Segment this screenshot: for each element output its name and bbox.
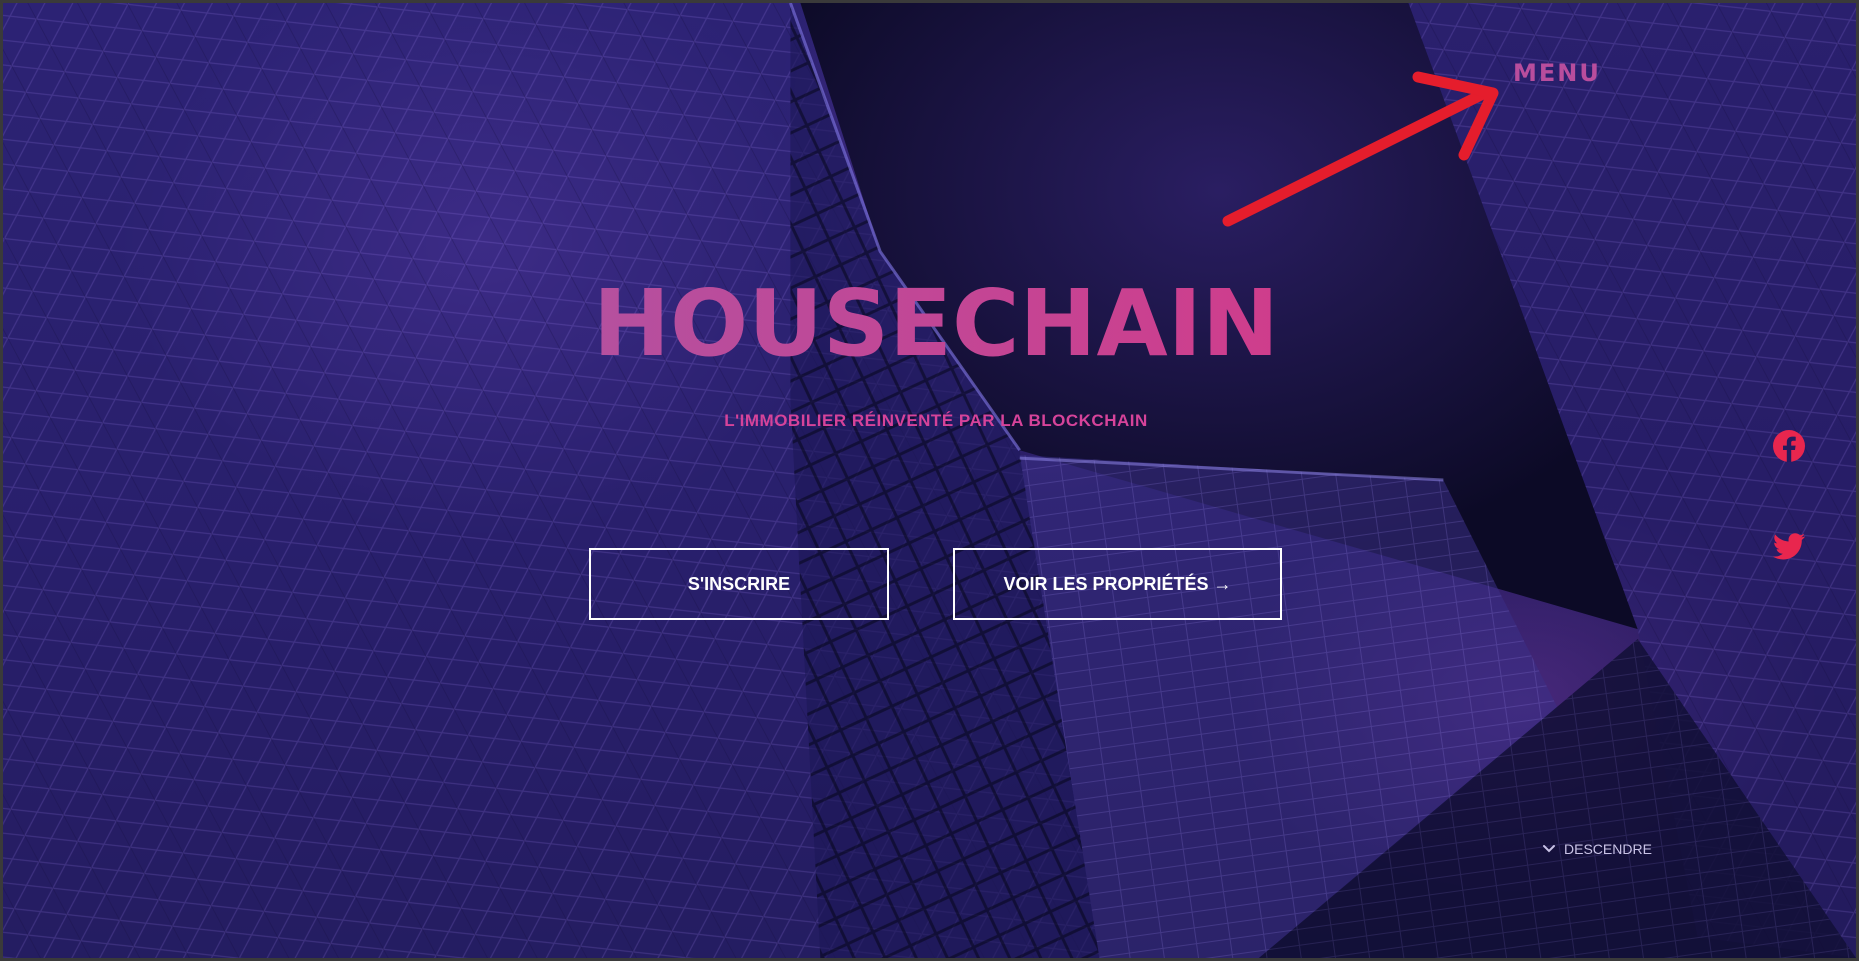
menu-button[interactable]: MENU: [1513, 59, 1601, 87]
scroll-down-label: DESCENDRE: [1564, 841, 1652, 857]
hero-tagline: L'IMMOBILIER RÉINVENTÉ PAR LA BLOCKCHAIN: [724, 411, 1148, 430]
signup-button[interactable]: S'INSCRIRE: [589, 548, 889, 620]
background-image: [3, 3, 1856, 958]
twitter-icon[interactable]: [1772, 530, 1806, 564]
chevron-down-icon: [1543, 845, 1555, 853]
annotation-arrow-icon: [1222, 71, 1499, 227]
view-properties-button[interactable]: VOIR LES PROPRIÉTÉS →: [953, 548, 1282, 620]
housechain-logo: HOUSECHAIN: [593, 275, 1279, 367]
brand-wordmark: HOUSECHAIN: [593, 275, 1279, 367]
scroll-down-link[interactable]: DESCENDRE: [1542, 841, 1652, 857]
landing-page: MENU HOUSECHAIN L'IMMOBILIER RÉINVENTÉ P…: [0, 0, 1859, 961]
facebook-icon[interactable]: [1772, 429, 1806, 463]
